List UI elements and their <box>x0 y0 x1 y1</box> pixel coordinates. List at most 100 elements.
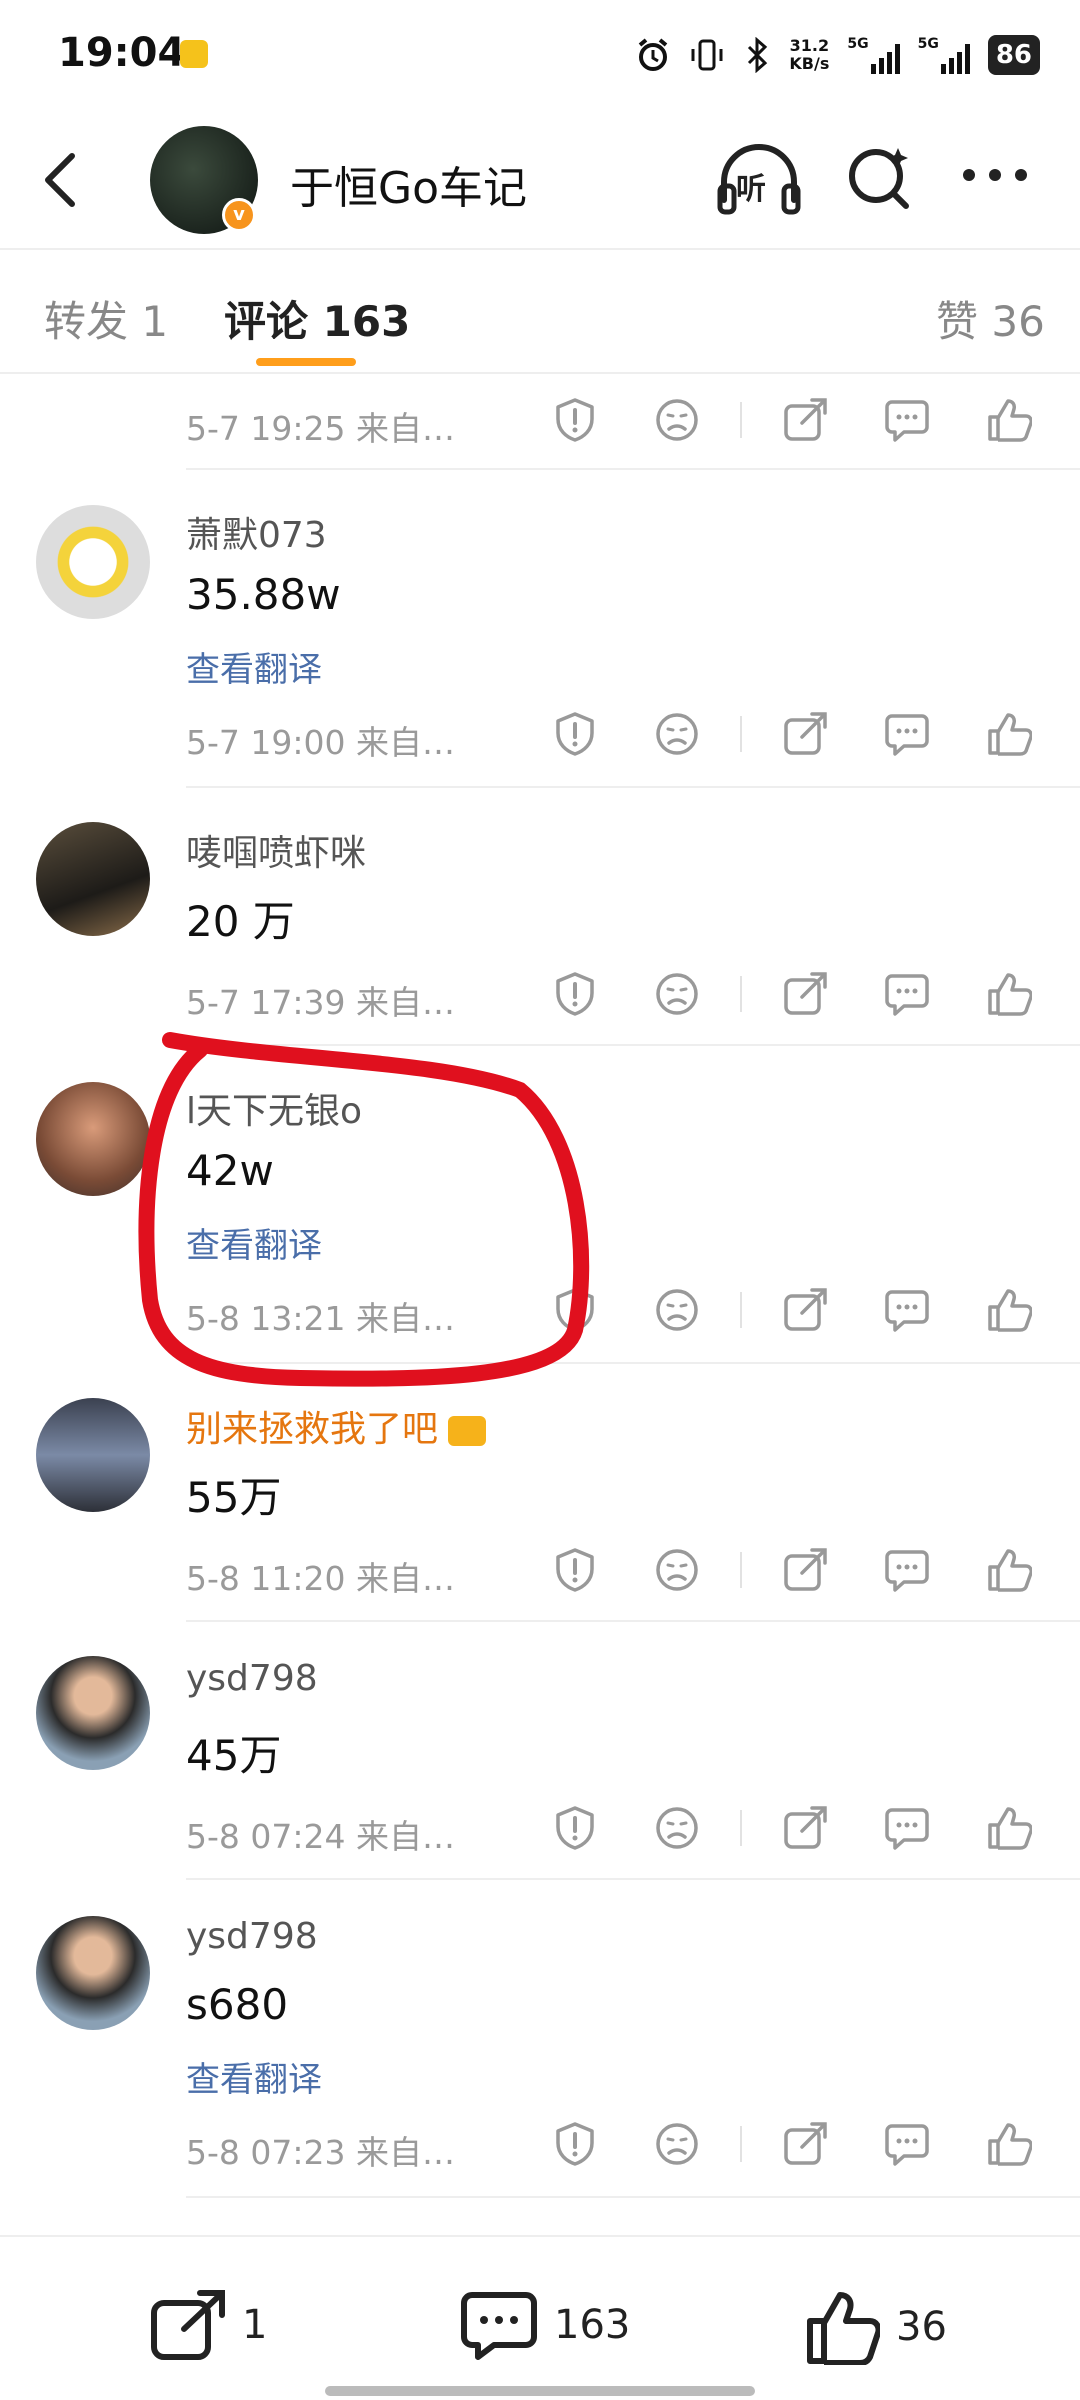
thumbs-up-icon[interactable] <box>986 971 1033 1017</box>
share-icon[interactable] <box>782 711 828 757</box>
tab-comments[interactable]: 评论 163 <box>224 288 410 349</box>
reply-icon[interactable] <box>884 711 930 757</box>
battery-indicator: 86 <box>987 35 1040 75</box>
translate-link[interactable]: 查看翻译 <box>186 2052 322 2101</box>
report-icon[interactable] <box>552 711 598 757</box>
report-icon[interactable] <box>552 397 598 443</box>
action-separator <box>740 402 742 438</box>
share-icon[interactable] <box>782 1287 828 1333</box>
dislike-face-icon[interactable] <box>654 1805 700 1851</box>
report-icon[interactable] <box>552 1547 598 1593</box>
app-notification-icon <box>180 40 208 68</box>
comment-meta: 5-8 11:20 来自… <box>186 1559 455 1598</box>
dislike-face-icon[interactable] <box>654 397 700 443</box>
bluetooth-icon <box>748 37 768 73</box>
action-separator <box>740 1552 742 1588</box>
vip-crown-icon <box>448 1416 487 1446</box>
verified-badge: v <box>222 198 256 232</box>
share-icon[interactable] <box>782 397 828 443</box>
comment-item: 别来拯救我了吧 55万 5-8 11:20 来自… <box>0 1364 1080 1622</box>
alarm-icon <box>639 38 668 71</box>
thumbs-up-icon[interactable] <box>986 2121 1033 2167</box>
commenter-name[interactable]: 萧默073 <box>186 506 327 558</box>
comment-text: 20 万 <box>186 897 295 946</box>
action-separator <box>740 1810 742 1846</box>
commenter-avatar[interactable] <box>36 1916 150 2030</box>
comment-text: 42w <box>186 1146 274 1195</box>
commenter-name[interactable]: ysd798 <box>186 1916 318 1957</box>
commenter-avatar[interactable] <box>36 822 150 936</box>
network-speed: 31.2 KB/s <box>789 36 830 73</box>
comment-item: 5-7 19:25 来自… <box>0 372 1080 470</box>
comment-meta: 5-7 19:25 来自… <box>186 409 455 448</box>
dislike-face-icon[interactable] <box>654 1547 700 1593</box>
comment-meta: 5-8 07:24 来自… <box>186 1817 455 1856</box>
thumbs-up-icon[interactable] <box>986 1547 1033 1593</box>
share-icon[interactable] <box>782 1805 828 1851</box>
tab-likes[interactable]: 赞 36 <box>936 288 1045 349</box>
signal-2: 5G <box>918 36 970 74</box>
dislike-face-icon[interactable] <box>654 1287 700 1333</box>
commenter-avatar[interactable] <box>36 1656 150 1770</box>
report-icon[interactable] <box>552 2121 598 2167</box>
comment-count: 163 <box>554 2302 631 2348</box>
back-arrow-icon[interactable] <box>38 150 82 210</box>
home-indicator[interactable] <box>325 2386 755 2396</box>
comment-icon <box>461 2292 537 2360</box>
commenter-name[interactable]: 别来拯救我了吧 <box>186 1400 487 1452</box>
comment-text: 55万 <box>186 1473 282 1522</box>
thumbs-up-icon[interactable] <box>986 711 1033 757</box>
reply-icon[interactable] <box>884 1547 930 1593</box>
tab-bar: 转发 1 评论 163 赞 36 <box>0 250 1080 370</box>
listen-button[interactable]: 听 <box>716 140 802 220</box>
action-separator <box>740 2126 742 2162</box>
thumbs-up-icon[interactable] <box>986 1805 1033 1851</box>
reply-icon[interactable] <box>884 1287 930 1333</box>
search-icon[interactable] <box>846 142 912 212</box>
vibrate-icon <box>691 39 723 71</box>
comment-button[interactable]: 163 <box>460 2289 630 2361</box>
dislike-face-icon[interactable] <box>654 971 700 1017</box>
thumbs-up-icon[interactable] <box>986 1287 1033 1333</box>
status-icons: 31.2 KB/s 5G 5G 86 <box>635 30 1040 80</box>
dislike-face-icon[interactable] <box>654 2121 700 2167</box>
comment-text: s680 <box>186 1980 289 2029</box>
reply-icon[interactable] <box>884 1805 930 1851</box>
share-icon <box>151 2290 225 2360</box>
comment-meta: 5-8 07:23 来自… <box>186 2133 455 2172</box>
translate-link[interactable]: 查看翻译 <box>186 1218 322 1267</box>
comment-divider <box>186 2196 1080 2198</box>
share-icon[interactable] <box>782 2121 828 2167</box>
reply-icon[interactable] <box>884 397 930 443</box>
report-icon[interactable] <box>552 1805 598 1851</box>
comment-text: 35.88w <box>186 570 341 619</box>
status-bar: 19:04 31.2 KB/s 5G 5G 86 <box>0 0 1080 110</box>
commenter-avatar[interactable] <box>36 505 150 619</box>
comment-item: ysd798 45万 5-8 07:24 来自… <box>0 1622 1080 1880</box>
share-icon[interactable] <box>782 971 828 1017</box>
reply-icon[interactable] <box>884 2121 930 2167</box>
thumbs-up-icon <box>807 2292 880 2365</box>
like-button[interactable]: 36 <box>804 2289 947 2365</box>
commenter-name[interactable]: l天下无银o <box>186 1082 362 1134</box>
repost-button[interactable]: 1 <box>150 2289 267 2361</box>
share-icon[interactable] <box>782 1547 828 1593</box>
report-icon[interactable] <box>552 971 598 1017</box>
more-icon[interactable] <box>960 160 1030 190</box>
translate-link[interactable]: 查看翻译 <box>186 642 322 691</box>
comment-meta: 5-8 13:21 来自… <box>186 1299 455 1338</box>
page-title[interactable]: 于恒Go车记 <box>290 152 527 216</box>
thumbs-up-icon[interactable] <box>986 397 1033 443</box>
comment-item: 萧默073 35.88w 查看翻译 5-7 19:00 来自… <box>0 470 1080 788</box>
comment-text: 45万 <box>186 1731 282 1780</box>
commenter-name[interactable]: ysd798 <box>186 1658 318 1699</box>
commenter-avatar[interactable] <box>36 1398 150 1512</box>
action-separator <box>740 1292 742 1328</box>
report-icon[interactable] <box>552 1287 598 1333</box>
dislike-face-icon[interactable] <box>654 711 700 757</box>
commenter-avatar[interactable] <box>36 1082 150 1196</box>
tab-reposts[interactable]: 转发 1 <box>44 288 168 349</box>
comment-meta: 5-7 17:39 来自… <box>186 983 455 1022</box>
commenter-name[interactable]: 唛啯喷虾咪 <box>186 824 366 876</box>
reply-icon[interactable] <box>884 971 930 1017</box>
